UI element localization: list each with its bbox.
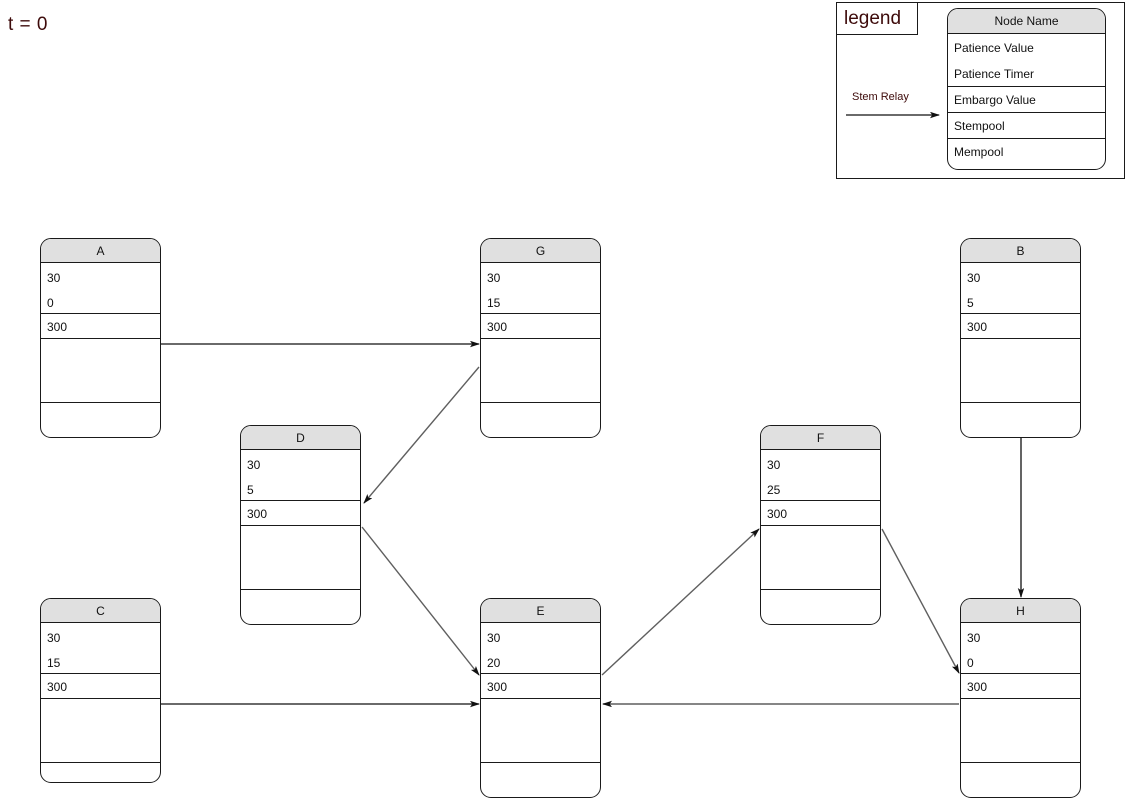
node-g-header: G (481, 239, 600, 263)
node-e-embargo-value: 300 (481, 674, 600, 699)
node-b-embargo-value: 300 (961, 314, 1080, 339)
node-e-patience-section: 30 20 (481, 623, 600, 674)
legend-node-patience-value: Patience Value (954, 41, 1034, 55)
legend-node-patience-section: Patience Value Patience Timer (948, 34, 1105, 87)
node-f-stempool (761, 526, 880, 590)
node-a[interactable]: A 30 0 300 (40, 238, 161, 438)
node-d-stempool (241, 526, 360, 590)
legend-stem-relay-arrow (846, 111, 940, 119)
node-d-header: D (241, 426, 360, 450)
node-c-embargo-value: 300 (41, 674, 160, 699)
node-e[interactable]: E 30 20 300 (480, 598, 601, 798)
legend-node-mempool: Mempool (954, 145, 1004, 159)
edge-f-to-h (881, 528, 960, 674)
node-d-embargo-value: 300 (241, 501, 360, 526)
legend-title-text: legend (844, 7, 902, 29)
node-b-mempool (961, 403, 1080, 437)
node-h[interactable]: H 30 0 300 (960, 598, 1081, 798)
node-g-embargo-value: 300 (481, 314, 600, 339)
node-f-patience-value: 30 (767, 458, 781, 472)
node-e-patience-value: 30 (487, 631, 501, 645)
node-h-embargo-value: 300 (961, 674, 1080, 699)
node-c-mempool (41, 763, 160, 782)
legend-node-embargo-value: Embargo Value (948, 87, 1105, 113)
node-h-patience-value: 30 (967, 631, 981, 645)
node-d[interactable]: D 30 5 300 (240, 425, 361, 625)
node-h-mempool (961, 763, 1080, 797)
node-a-stempool (41, 339, 160, 403)
node-a-header: A (41, 239, 160, 263)
node-g-mempool (481, 403, 600, 437)
time-step-label: t = 0 (8, 14, 48, 35)
node-b-stempool (961, 339, 1080, 403)
node-c-header: C (41, 599, 160, 623)
legend-title-box: legend (836, 2, 918, 35)
node-a-embargo-value: 300 (41, 314, 160, 339)
node-f-embargo-value: 300 (761, 501, 880, 526)
node-e-header: E (481, 599, 600, 623)
node-h-patience-section: 30 0 (961, 623, 1080, 674)
node-e-stempool (481, 699, 600, 763)
legend-node-template: Node Name Patience Value Patience Timer … (947, 8, 1106, 170)
node-h-header: H (961, 599, 1080, 623)
node-g-stempool (481, 339, 600, 403)
node-g[interactable]: G 30 15 300 (480, 238, 601, 438)
node-h-stempool (961, 699, 1080, 763)
edge-e-to-f (601, 528, 760, 676)
node-f-header: F (761, 426, 880, 450)
edge-g-to-d (363, 366, 480, 504)
node-c[interactable]: C 30 15 300 (40, 598, 161, 783)
node-c-patience-section: 30 15 (41, 623, 160, 674)
node-b-patience-value: 30 (967, 271, 981, 285)
node-c-stempool (41, 699, 160, 763)
node-f-patience-section: 30 25 (761, 450, 880, 501)
node-d-mempool (241, 590, 360, 624)
node-a-patience-value: 30 (47, 271, 61, 285)
legend-node-header: Node Name (948, 9, 1105, 34)
node-b[interactable]: B 30 5 300 (960, 238, 1081, 438)
node-f[interactable]: F 30 25 300 (760, 425, 881, 625)
node-d-patience-value: 30 (247, 458, 261, 472)
node-e-mempool (481, 763, 600, 797)
legend-node-stempool: Stempool (948, 113, 1105, 139)
node-f-mempool (761, 590, 880, 624)
node-g-patience-section: 30 15 (481, 263, 600, 314)
node-a-mempool (41, 403, 160, 437)
node-b-header: B (961, 239, 1080, 263)
node-d-patience-section: 30 5 (241, 450, 360, 501)
edge-d-to-e (361, 526, 480, 676)
node-g-patience-value: 30 (487, 271, 501, 285)
node-b-patience-section: 30 5 (961, 263, 1080, 314)
diagram-canvas: t = 0 legend Stem Relay Node Name Patien… (0, 0, 1127, 799)
node-a-patience-section: 30 0 (41, 263, 160, 314)
node-c-patience-value: 30 (47, 631, 61, 645)
